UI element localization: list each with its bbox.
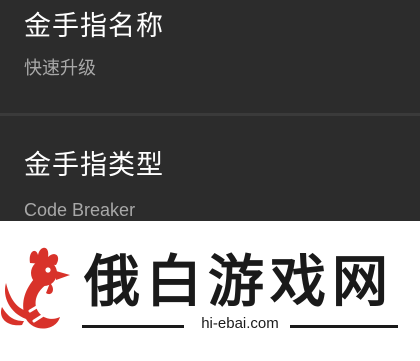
setting-title: 金手指名称 bbox=[24, 11, 164, 42]
url-divider-right bbox=[290, 325, 398, 328]
site-url: hi-ebai.com bbox=[201, 315, 279, 332]
url-divider-left bbox=[82, 325, 184, 328]
setting-value: 快速升级 bbox=[24, 58, 96, 79]
rooster-logo-icon bbox=[0, 247, 70, 329]
settings-panel: 金手指名称 快速升级 金手指类型 Code Breaker bbox=[0, 0, 420, 221]
url-row: hi-ebai.com bbox=[82, 315, 398, 335]
setting-cheat-name[interactable]: 金手指名称 快速升级 bbox=[0, 0, 420, 112]
brand-name: 俄白游戏网 bbox=[84, 249, 394, 315]
divider bbox=[0, 113, 420, 116]
setting-value: Code Breaker bbox=[24, 200, 136, 220]
setting-title: 金手指类型 bbox=[24, 150, 164, 181]
setting-cheat-type[interactable]: 金手指类型 Code Breaker bbox=[0, 117, 420, 221]
watermark-banner: 俄白游戏网 hi-ebai.com bbox=[0, 221, 420, 361]
